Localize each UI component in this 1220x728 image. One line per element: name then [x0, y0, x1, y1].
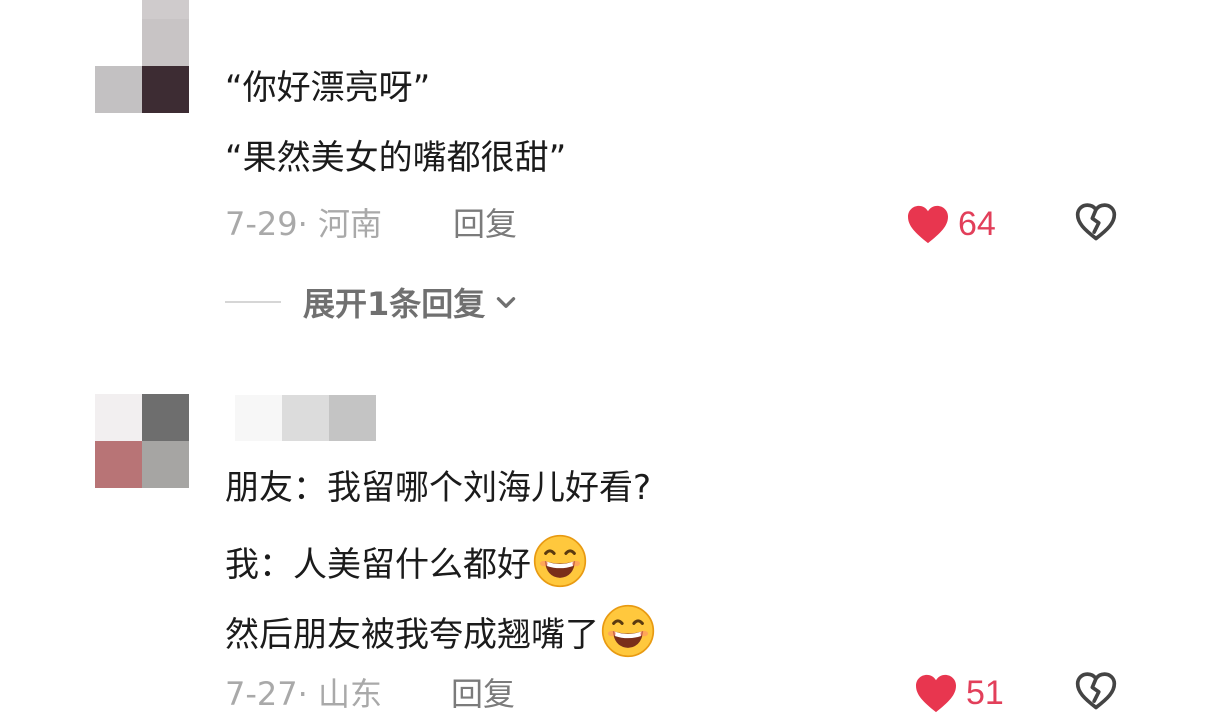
comment-date-location: 7-27· 山东	[225, 675, 382, 713]
like-button[interactable]: 51	[914, 671, 1004, 715]
comment-meta: 7-27· 山东 回复	[225, 674, 515, 714]
chevron-down-icon	[497, 297, 516, 308]
comment-text-span: 我：人美留什么都好	[225, 545, 531, 585]
comment-text-span: 然后朋友被我夸成翘嘴了	[225, 615, 599, 655]
reply-button[interactable]: 回复	[453, 204, 517, 244]
comment-text: 然后朋友被我夸成翘嘴了	[225, 604, 655, 658]
grinning-face-emoji	[533, 534, 587, 588]
avatar-pixel	[142, 66, 189, 113]
comment-text: 朋友：我留哪个刘海儿好看?	[225, 468, 652, 508]
avatar-pixel	[142, 0, 189, 19]
like-count: 51	[966, 673, 1004, 712]
comment-text: “果然美女的嘴都很甜”	[225, 138, 567, 178]
heart-icon	[916, 674, 956, 713]
divider	[225, 301, 281, 303]
avatar[interactable]	[95, 394, 189, 488]
heart-icon	[908, 205, 948, 244]
comment-meta: 7-29· 河南 回复	[225, 204, 517, 244]
expand-replies-button[interactable]: 展开1条回复	[225, 280, 519, 324]
expand-replies-label: 展开1条回复	[303, 285, 486, 323]
reply-button[interactable]: 回复	[451, 674, 515, 714]
grinning-face-emoji	[601, 604, 655, 658]
broken-heart-icon[interactable]	[1074, 669, 1118, 713]
username[interactable]	[235, 395, 376, 441]
like-count: 64	[958, 204, 996, 243]
broken-heart-icon[interactable]	[1074, 200, 1118, 244]
like-button[interactable]: 64	[906, 202, 996, 246]
comment-text: “你好漂亮呀”	[225, 68, 431, 108]
comment-date-location: 7-29· 河南	[225, 205, 382, 243]
comment-text: 我：人美留什么都好	[225, 534, 587, 588]
